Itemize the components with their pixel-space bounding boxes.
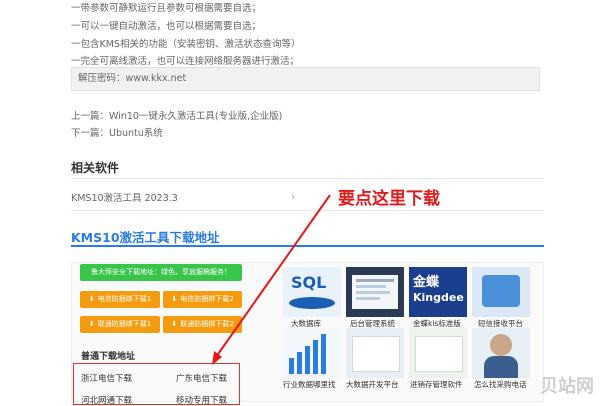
- annotation-text: 要点这里下载: [338, 189, 440, 209]
- annotation-arrow: [212, 194, 331, 365]
- watermark: 贝站网: [540, 376, 594, 397]
